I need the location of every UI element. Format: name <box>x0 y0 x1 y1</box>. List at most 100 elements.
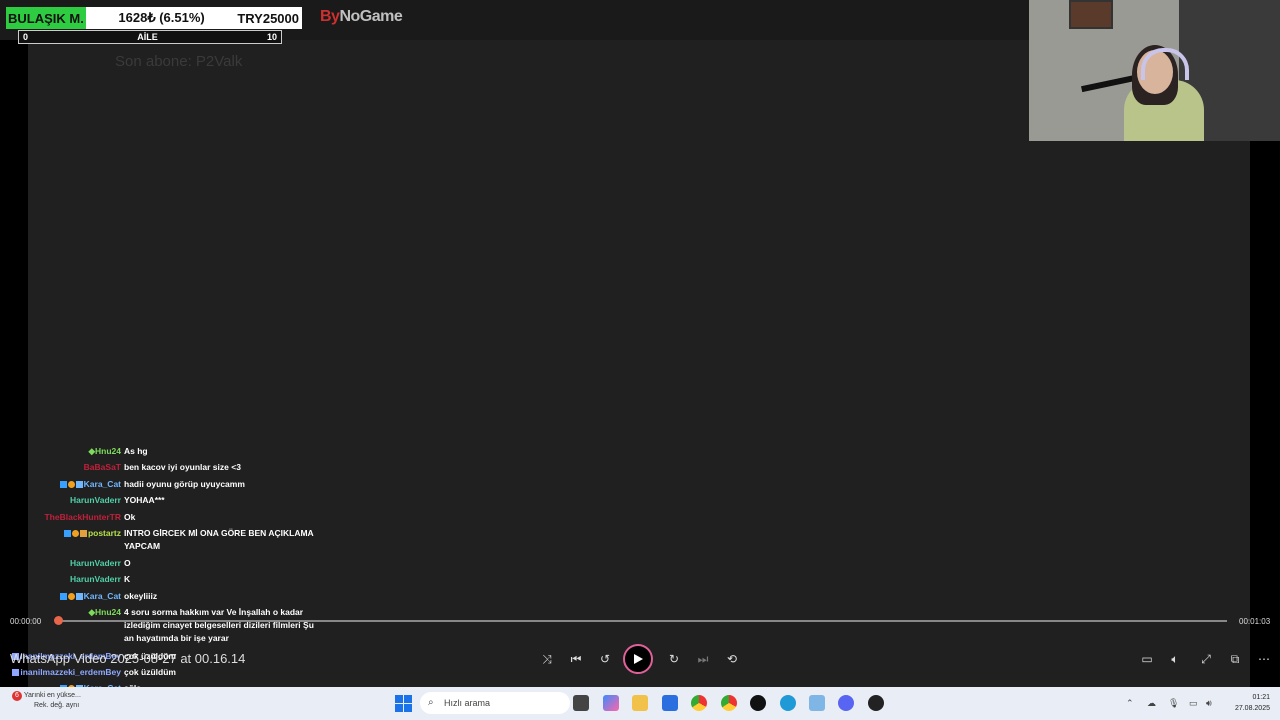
chat-row: postartz INTRO GİRCEK Mİ ONA GÖRE BEN AÇ… <box>0 527 324 553</box>
goal-progress-fill: BULAŞIK M. <box>6 7 86 29</box>
chat-row: ◆Hnu24 4 soru sorma hakkım var Ve İnşall… <box>0 606 324 645</box>
chat-row: TheBlackHunterTR Ok <box>0 511 324 524</box>
gift-badge-icon <box>75 481 83 489</box>
goal-amount: 1628₺ (6.51%) <box>118 10 205 25</box>
chat-message: ben kacov iyi oyunlar size <3 <box>124 462 241 472</box>
webcam-picture-frame <box>1069 0 1113 29</box>
edge-icon[interactable] <box>780 695 796 711</box>
chat-message: okeyliiiz <box>124 591 158 601</box>
store-icon[interactable] <box>662 695 678 711</box>
gift-badge-icon <box>79 530 87 538</box>
play-button[interactable] <box>623 644 653 674</box>
brand-logo: ByNoGame <box>320 8 403 26</box>
chat-user: HarunVaderr <box>69 574 121 584</box>
last-subscriber: Son abone: P2Valk <box>115 53 243 70</box>
next-icon[interactable]: ⏭ <box>695 651 711 667</box>
news-widget[interactable]: 6 Yarınki en yükse... Rek. değ. aynı <box>12 691 81 710</box>
network-icon[interactable]: ▭ <box>1189 698 1198 709</box>
copilot-icon[interactable] <box>603 695 619 711</box>
sub-badge-icon <box>12 669 20 677</box>
sub-badge-icon <box>67 481 75 489</box>
seek-bar[interactable] <box>57 620 1227 622</box>
chat-row: HarunVaderr YOHAA*** <box>0 494 324 507</box>
family-bar: 0 AİLE 10 <box>18 30 282 44</box>
chrome-icon[interactable] <box>691 695 707 711</box>
task-view-icon[interactable] <box>573 695 589 711</box>
clock-time: 01:21 <box>1252 694 1270 701</box>
brand-logo-red: By <box>320 8 340 25</box>
volume-icon[interactable]: 🔈︎ <box>1167 651 1183 667</box>
shuffle-icon[interactable]: ⤨ <box>539 651 555 667</box>
chat-row: BaBaSaT ben kacov iyi oyunlar size <3 <box>0 461 324 474</box>
seek-handle[interactable] <box>54 616 63 625</box>
subtitles-icon[interactable]: ▭ <box>1139 651 1155 667</box>
speaker-icon[interactable]: 🔊︎ <box>1206 698 1212 709</box>
file-explorer-icon[interactable] <box>632 695 648 711</box>
microphone-icon[interactable]: 🎙︎ <box>1168 698 1179 709</box>
headset-icon <box>1141 48 1189 80</box>
news-line-2: Rek. değ. aynı <box>34 702 80 709</box>
duration: 00:01:03 <box>1239 617 1271 626</box>
chat-user: ◆Hnu24 <box>88 446 121 456</box>
family-label: AİLE <box>137 32 158 42</box>
search-placeholder: Hızlı arama <box>444 698 491 708</box>
tray-chevron-up-icon[interactable]: ⌃ <box>1126 698 1134 709</box>
windows-taskbar: 6 Yarınki en yükse... Rek. değ. aynı ⌕ H… <box>0 687 1280 720</box>
mod-badge-icon <box>63 530 71 538</box>
mod-badge-icon <box>59 593 67 601</box>
search-box[interactable]: ⌕ Hızlı arama <box>420 692 570 714</box>
cloud-icon[interactable]: ☁ <box>1147 698 1156 709</box>
system-clock[interactable]: 01:21 27.08.2025 <box>1235 692 1270 714</box>
chat-message: Ok <box>124 512 136 522</box>
chat-user: HarunVaderr <box>69 495 121 505</box>
media-player-icon[interactable] <box>868 695 884 711</box>
news-badge: 6 <box>12 691 22 701</box>
sub-badge-icon <box>67 593 75 601</box>
discord-icon[interactable] <box>838 695 854 711</box>
chat-row: HarunVaderr O <box>0 557 324 570</box>
settings-gear-icon[interactable] <box>809 695 825 711</box>
search-icon: ⌕ <box>428 697 434 708</box>
chat-message: INTRO GİRCEK Mİ ONA GÖRE BEN AÇIKLAMA YA… <box>124 528 314 551</box>
gift-badge-icon <box>75 593 83 601</box>
fullscreen-icon[interactable]: ⤢ <box>1198 651 1214 667</box>
mini-player-icon[interactable]: ⧉ <box>1227 651 1243 667</box>
chat-user: BaBaSaT <box>83 462 121 472</box>
chat-user: Kara_Cat <box>0 478 124 491</box>
chat-message: As hg <box>124 446 148 456</box>
family-max: 10 <box>266 32 277 42</box>
chat-row: ◆Hnu24 As hg <box>0 445 324 458</box>
windows-start-icon[interactable] <box>395 695 412 712</box>
play-icon <box>634 654 643 664</box>
brand-logo-rest: NoGame <box>339 8 403 25</box>
chat-user: inanilmazzeki_erdemBey <box>0 666 124 679</box>
chat-message: çok üzüldüm <box>124 667 176 677</box>
chat-message: K <box>124 574 131 584</box>
clock-date: 27.08.2025 <box>1234 705 1270 712</box>
previous-icon[interactable]: ⏮ <box>568 651 584 667</box>
chat-user: Kara_Cat <box>0 590 124 603</box>
obs-icon[interactable] <box>750 695 766 711</box>
chat-row: Kara_Cat hadii oyunu görüp uyuycamm <box>0 478 324 491</box>
chat-user: HarunVaderr <box>69 558 121 568</box>
mod-badge-icon <box>59 481 67 489</box>
chat-message: 4 soru sorma hakkım var Ve İnşallah o ka… <box>124 607 314 643</box>
rewind-10-icon[interactable]: ↺ <box>597 651 613 667</box>
forward-30-icon[interactable]: ↻ <box>666 651 682 667</box>
news-line-1: Yarınki en yükse... <box>23 692 81 699</box>
family-min: 0 <box>23 32 29 42</box>
video-title: WhatsApp Video 2025-08-27 at 00.16.14 <box>10 651 246 666</box>
goal-name: BULAŞIK M. <box>8 10 84 26</box>
current-time: 00:00:00 <box>10 617 42 626</box>
repeat-off-icon[interactable]: ⟲ <box>724 651 740 667</box>
more-options-icon[interactable]: ⋯ <box>1256 651 1272 667</box>
chat-row: HarunVaderr K <box>0 573 324 586</box>
chrome-profile-icon[interactable] <box>721 695 737 711</box>
chat-message: hadii oyunu görüp uyuycamm <box>124 479 245 489</box>
chat-user: postartz <box>0 527 124 553</box>
chat-row: inanilmazzeki_erdemBey çok üzüldüm <box>0 666 324 679</box>
chat-message: O <box>124 558 131 568</box>
donation-goal: BULAŞIK M. 1628₺ (6.51%) TRY25000 <box>6 7 302 29</box>
webcam-feed <box>1029 0 1280 141</box>
sub-badge-icon <box>71 530 79 538</box>
